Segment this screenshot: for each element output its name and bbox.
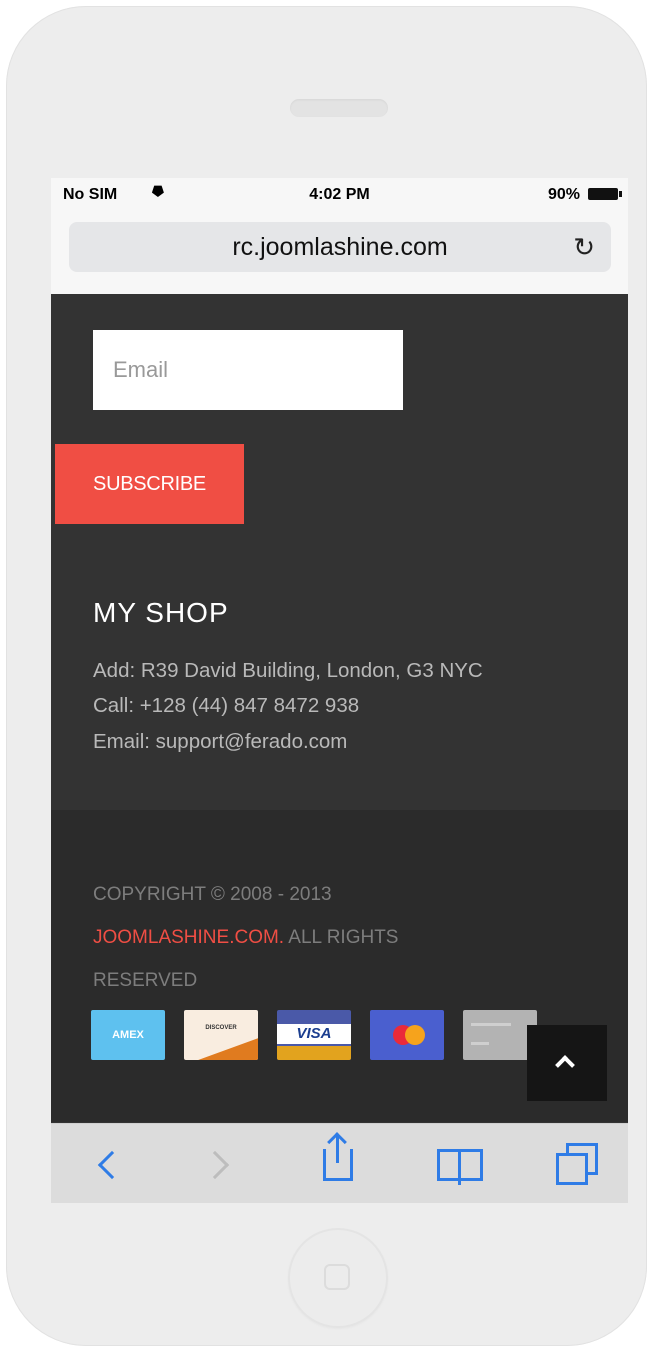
shop-title: MY SHOP [93,597,229,628]
speaker-grille [290,99,388,117]
clock: 4:02 PM [309,186,370,203]
generic-card-line [471,1042,489,1045]
footer-top: SUBSCRIBE MY SHOP Add: R39 David Buildin… [51,294,628,810]
discover-card-icon: DISCOVER [184,1010,258,1060]
phone-frame: No SIM ⯂ 4:02 PM 90% rc.joomlashine.com … [6,6,647,1346]
home-button[interactable] [288,1228,388,1328]
visa-label: VISA [277,1024,351,1044]
browser-header: rc.joomlashine.com ↻ [51,208,628,294]
generic-card-icon [463,1010,537,1060]
bookmarks-button[interactable] [421,1123,501,1203]
back-to-top-button[interactable] [527,1025,607,1101]
chevron-up-icon [555,1055,575,1075]
shop-phone: Call: +128 (44) 847 8472 938 [93,694,360,717]
status-bar: No SIM ⯂ 4:02 PM 90% [51,178,628,208]
mastercard-orange-circle [405,1025,425,1045]
discover-stripe [184,1038,258,1060]
visa-stripe [277,1046,351,1060]
battery-icon [588,188,622,200]
back-button[interactable] [66,1123,146,1203]
copyright-brand-line: JOOMLASHINE.COM. ALL RIGHTS [93,927,398,949]
reload-icon[interactable]: ↻ [573,232,595,263]
discover-label: DISCOVER [205,1025,237,1031]
url-text[interactable]: rc.joomlashine.com [69,233,611,262]
back-icon [97,1150,127,1180]
subscribe-button[interactable]: SUBSCRIBE [55,444,244,524]
copyright-rest: ALL RIGHTS [284,927,399,948]
screen: No SIM ⯂ 4:02 PM 90% rc.joomlashine.com … [51,178,628,1203]
copyright-reserved: RESERVED [93,970,198,991]
footer-bottom: COPYRIGHT © 2008 - 2013 JOOMLASHINE.COM.… [51,810,628,1122]
forward-button[interactable] [181,1123,261,1203]
browser-toolbar [51,1123,628,1203]
visa-card-icon: VISA [277,1010,351,1060]
email-field[interactable] [93,330,403,410]
brand-link[interactable]: JOOMLASHINE.COM. [93,927,284,948]
share-button[interactable] [301,1123,381,1203]
mastercard-icon [370,1010,444,1060]
bookmarks-spine [458,1149,461,1185]
tabs-icon-front [556,1153,588,1185]
battery-percent: 90% [547,186,580,203]
shop-address: Add: R39 David Building, London, G3 NYC [93,659,483,682]
email-field-container [93,330,403,410]
tabs-button[interactable] [538,1123,618,1203]
shop-email: Email: support@ferado.com [93,730,348,753]
forward-icon [200,1150,230,1180]
copyright-line: COPYRIGHT © 2008 - 2013 [93,884,332,905]
page-content: SUBSCRIBE MY SHOP Add: R39 David Buildin… [51,294,628,1122]
amex-card-icon: AMEX [91,1010,165,1060]
home-icon [324,1264,350,1290]
generic-card-line [471,1023,511,1026]
address-bar[interactable]: rc.joomlashine.com ↻ [69,222,611,272]
